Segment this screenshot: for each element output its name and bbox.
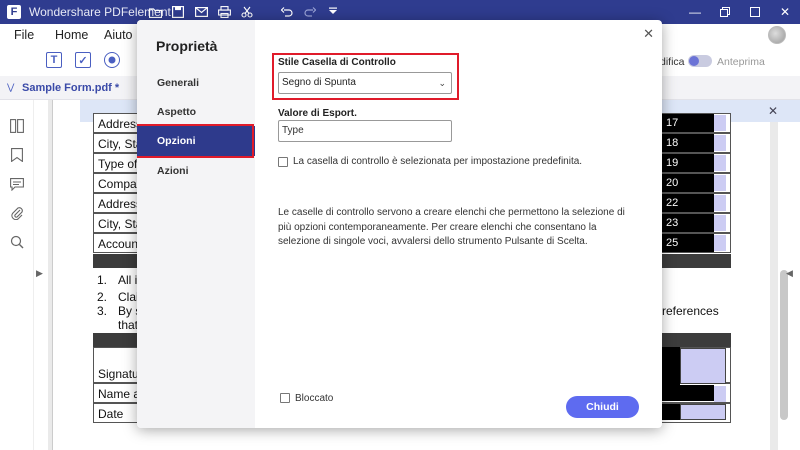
right-panel-expand-icon[interactable]: ◀ [786,268,793,279]
locked-label: Bloccato [295,393,334,404]
default-checked-label: La casella di controllo è selezionata pe… [293,156,583,167]
row-label: Address [98,117,143,131]
list-number: 2. [97,290,108,304]
properties-dialog: Proprietà Generali Aspetto Opzioni Azion… [137,20,662,428]
close-button[interactable]: Chiudi [566,396,639,418]
app-logo-icon: F [7,5,21,19]
restore-icon[interactable] [710,0,740,24]
menu-file[interactable]: File [14,28,34,42]
list-item: that [118,318,139,332]
description-text: Le caselle di controllo servono a creare… [278,207,625,247]
checkbox-field[interactable] [714,115,726,131]
tabs-collapse-icon[interactable]: ⋁ [7,82,14,93]
row-label: Address [98,197,143,211]
scissors-icon[interactable] [240,5,254,19]
default-checked-checkbox[interactable] [278,157,288,167]
sidebar-expand-icon[interactable]: ▶ [36,268,43,279]
checkbox-tool-icon[interactable]: ✓ [75,52,91,68]
row-label: City, Sta [98,217,143,231]
menu-home[interactable]: Home [55,28,88,42]
dialog-title: Proprietà [156,38,218,54]
redo-icon[interactable] [303,5,317,19]
radio-tool-icon[interactable] [104,52,120,68]
mail-icon[interactable] [194,5,208,19]
avatar[interactable] [768,26,786,44]
nav-aspetto[interactable]: Aspetto [157,106,196,118]
export-value-label: Valore di Esport. [278,108,357,119]
tab-sample-form[interactable]: Sample Form.pdf * [22,82,119,94]
bookmark-icon[interactable] [9,147,25,163]
separator [263,5,271,19]
search-icon[interactable] [9,234,25,250]
print-icon[interactable] [217,5,231,19]
export-value-input[interactable]: Type [278,120,452,142]
signature-field[interactable] [680,348,726,384]
nav-azioni[interactable]: Azioni [157,165,189,177]
text-field[interactable] [714,386,726,402]
menu-help[interactable]: Aiuto [104,28,133,42]
locked-checkbox[interactable] [280,393,290,403]
thumbnails-icon[interactable] [9,118,25,134]
window-controls: — ✕ [680,0,800,24]
highlight-box [137,124,254,158]
row-label: Signatur [98,367,143,381]
dropdown-icon[interactable] [326,5,340,19]
checkbox-field[interactable] [714,235,726,251]
edit-preview-toggle[interactable] [688,55,712,67]
edit-mode-label: difica [660,56,685,68]
field-number: 18 [662,134,714,152]
maximize-icon[interactable] [740,0,770,24]
close-icon[interactable]: ✕ [770,0,800,24]
minimize-icon[interactable]: — [680,0,710,24]
checkbox-field[interactable] [714,135,726,151]
field-marker [662,385,714,401]
close-icon[interactable]: ✕ [643,26,654,42]
date-field[interactable] [680,404,726,420]
list-number: 1. [97,273,108,287]
checkbox-field[interactable] [714,195,726,211]
row-label: Date [98,407,124,421]
field-number: 22 [662,194,714,212]
nav-generali[interactable]: Generali [157,77,199,89]
field-marker [662,347,680,385]
undo-icon[interactable] [280,5,294,19]
left-sidebar [0,100,34,450]
comment-icon[interactable] [9,176,25,192]
field-number: 20 [662,174,714,192]
field-number: 19 [662,154,714,172]
field-number: 25 [662,234,714,252]
preview-mode-label: Anteprima [717,56,765,68]
field-number: 23 [662,214,714,232]
vertical-scrollbar[interactable] [780,270,788,420]
list-item-tail: references [662,304,719,318]
highlight-box [272,53,459,100]
field-number: 17 [662,114,714,132]
checkbox-field[interactable] [714,175,726,191]
text-field-icon[interactable]: T [46,52,62,68]
folder-icon[interactable] [148,5,162,19]
checkbox-field[interactable] [714,155,726,171]
field-marker [662,404,680,420]
save-icon[interactable] [171,5,185,19]
row-label: Account [98,237,142,251]
attachment-icon[interactable] [9,205,25,221]
checkbox-field[interactable] [714,215,726,231]
row-label: City, Sta [98,137,143,151]
close-icon[interactable]: ✕ [768,104,778,118]
list-number: 3. [97,304,108,318]
list-item: Clai [118,290,139,304]
